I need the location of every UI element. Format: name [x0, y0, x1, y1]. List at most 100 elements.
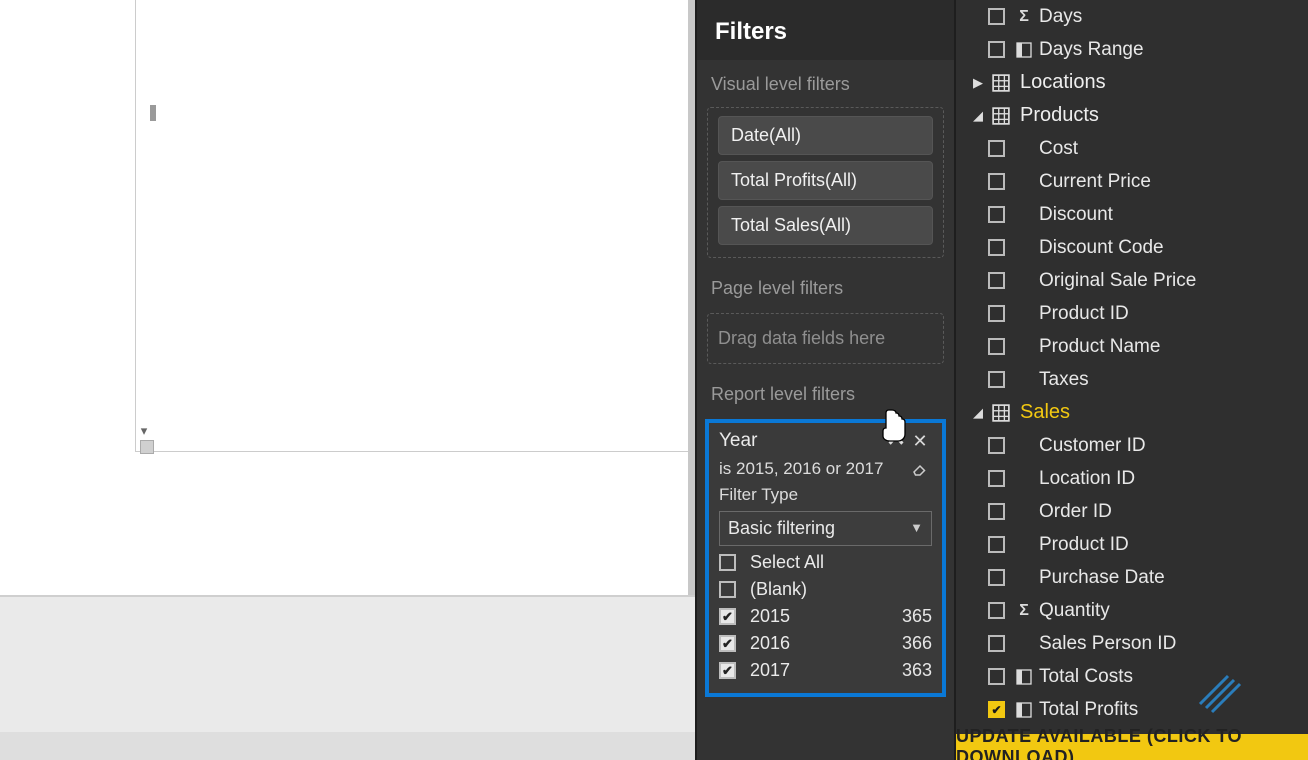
- column-icon: [1015, 42, 1033, 58]
- filters-panel: Filters Visual level filters Date(All) T…: [695, 0, 956, 760]
- field-checkbox[interactable]: [988, 173, 1005, 190]
- eraser-icon[interactable]: [908, 457, 932, 481]
- field-checkbox[interactable]: [988, 503, 1005, 520]
- select-all-row[interactable]: Select All: [719, 552, 932, 573]
- filter-type-select[interactable]: Basic filtering: [719, 511, 932, 546]
- sigma-icon: [1015, 8, 1033, 26]
- field-label: Days: [1039, 6, 1082, 28]
- field-order-id[interactable]: Order ID: [960, 495, 1304, 528]
- collapse-icon[interactable]: [884, 429, 908, 453]
- table-label: Locations: [1020, 71, 1106, 94]
- field-checkbox[interactable]: [988, 338, 1005, 355]
- column-icon: [1015, 669, 1033, 685]
- field-label: Days Range: [1039, 39, 1144, 61]
- collapse-icon[interactable]: ◢: [970, 405, 986, 421]
- year-2015-row[interactable]: 2015 365: [719, 606, 932, 627]
- table-icon: [992, 107, 1010, 125]
- update-available-bar[interactable]: UPDATE AVAILABLE (CLICK TO DOWNLOAD): [956, 734, 1308, 760]
- table-label: Sales: [1020, 401, 1070, 424]
- collapse-icon[interactable]: ◢: [970, 108, 986, 124]
- table-products[interactable]: ◢Products: [960, 99, 1304, 132]
- canvas-footer-area: [0, 595, 695, 735]
- field-checkbox[interactable]: [988, 569, 1005, 586]
- field-purchase-date[interactable]: Purchase Date: [960, 561, 1304, 594]
- scroll-down-icon[interactable]: ▾: [137, 424, 151, 438]
- blank-row[interactable]: (Blank): [719, 579, 932, 600]
- field-checkbox[interactable]: [988, 8, 1005, 25]
- field-checkbox[interactable]: [988, 371, 1005, 388]
- field-checkbox[interactable]: [988, 668, 1005, 685]
- filter-type-label: Filter Type: [719, 485, 932, 505]
- year-2015-checkbox[interactable]: [719, 608, 736, 625]
- field-label: Location ID: [1039, 468, 1135, 490]
- year-filter-card[interactable]: Year ✕ is 2015, 2016 or 2017 Filter Type…: [705, 419, 946, 697]
- report-page[interactable]: [135, 0, 688, 452]
- field-product-id[interactable]: Product ID: [960, 528, 1304, 561]
- year-2017-checkbox[interactable]: [719, 662, 736, 679]
- field-label: Discount Code: [1039, 237, 1164, 259]
- field-label: Customer ID: [1039, 435, 1146, 457]
- year-2017-count: 363: [902, 660, 932, 681]
- field-current-price[interactable]: Current Price: [960, 165, 1304, 198]
- select-all-checkbox[interactable]: [719, 554, 736, 571]
- fields-panel: Days Days Range ▶ Locations ◢Products Cost Cur…: [956, 0, 1308, 760]
- blank-checkbox[interactable]: [719, 581, 736, 598]
- year-2016-row[interactable]: 2016 366: [719, 633, 932, 654]
- field-checkbox[interactable]: [988, 470, 1005, 487]
- filter-pill-date[interactable]: Date(All): [718, 116, 933, 155]
- field-checkbox[interactable]: [988, 140, 1005, 157]
- blank-label: (Blank): [750, 579, 932, 600]
- field-checkbox[interactable]: [988, 635, 1005, 652]
- page-level-dropzone[interactable]: Drag data fields here: [707, 313, 944, 364]
- field-customer-id[interactable]: Customer ID: [960, 429, 1304, 462]
- field-label: Cost: [1039, 138, 1078, 160]
- field-days[interactable]: Days: [960, 0, 1304, 33]
- field-checkbox[interactable]: [988, 305, 1005, 322]
- field-checkbox[interactable]: [988, 206, 1005, 223]
- field-label: Discount: [1039, 204, 1113, 226]
- filter-pill-total-profits[interactable]: Total Profits(All): [718, 161, 933, 200]
- field-original-sale-price[interactable]: Original Sale Price: [960, 264, 1304, 297]
- table-sales[interactable]: ◢ Sales: [960, 396, 1304, 429]
- field-taxes[interactable]: Taxes: [960, 363, 1304, 396]
- filter-pill-total-sales[interactable]: Total Sales(All): [718, 206, 933, 245]
- field-label: Total Costs: [1039, 666, 1133, 688]
- visual-level-filters-group[interactable]: Date(All) Total Profits(All) Total Sales…: [707, 107, 944, 258]
- filters-title: Filters: [697, 0, 954, 60]
- field-checkbox[interactable]: [988, 437, 1005, 454]
- report-canvas[interactable]: ▾: [0, 0, 695, 760]
- field-checkbox[interactable]: [988, 602, 1005, 619]
- field-checkbox[interactable]: [988, 41, 1005, 58]
- field-discount-code[interactable]: Discount Code: [960, 231, 1304, 264]
- field-days-range[interactable]: Days Range: [960, 33, 1304, 66]
- year-filter-title: Year: [719, 430, 884, 452]
- field-checkbox[interactable]: [988, 272, 1005, 289]
- report-level-filters-label: Report level filters: [697, 370, 954, 413]
- year-2017-row[interactable]: 2017 363: [719, 660, 932, 681]
- page-level-filters-label: Page level filters: [697, 264, 954, 307]
- field-quantity[interactable]: Quantity: [960, 594, 1304, 627]
- resize-handle[interactable]: [140, 440, 154, 454]
- field-label: Sales Person ID: [1039, 633, 1176, 655]
- year-2016-label: 2016: [750, 633, 902, 654]
- field-total-costs[interactable]: Total Costs: [960, 660, 1304, 693]
- field-label: Original Sale Price: [1039, 270, 1196, 292]
- expand-icon[interactable]: ▶: [970, 75, 986, 91]
- field-checkbox[interactable]: [988, 701, 1005, 718]
- field-sales-person-id[interactable]: Sales Person ID: [960, 627, 1304, 660]
- field-location-id[interactable]: Location ID: [960, 462, 1304, 495]
- field-checkbox[interactable]: [988, 536, 1005, 553]
- field-discount[interactable]: Discount: [960, 198, 1304, 231]
- table-locations[interactable]: ▶ Locations: [960, 66, 1304, 99]
- year-2016-checkbox[interactable]: [719, 635, 736, 652]
- watermark-logo: [1194, 664, 1244, 714]
- ruler-mark: [150, 105, 156, 121]
- close-icon[interactable]: ✕: [908, 429, 932, 453]
- field-product-name[interactable]: Product Name: [960, 330, 1304, 363]
- field-cost[interactable]: Cost: [960, 132, 1304, 165]
- field-total-profits[interactable]: Total Profits: [960, 693, 1304, 726]
- field-label: Purchase Date: [1039, 567, 1165, 589]
- field-product-id[interactable]: Product ID: [960, 297, 1304, 330]
- sigma-icon: [1015, 602, 1033, 620]
- field-checkbox[interactable]: [988, 239, 1005, 256]
